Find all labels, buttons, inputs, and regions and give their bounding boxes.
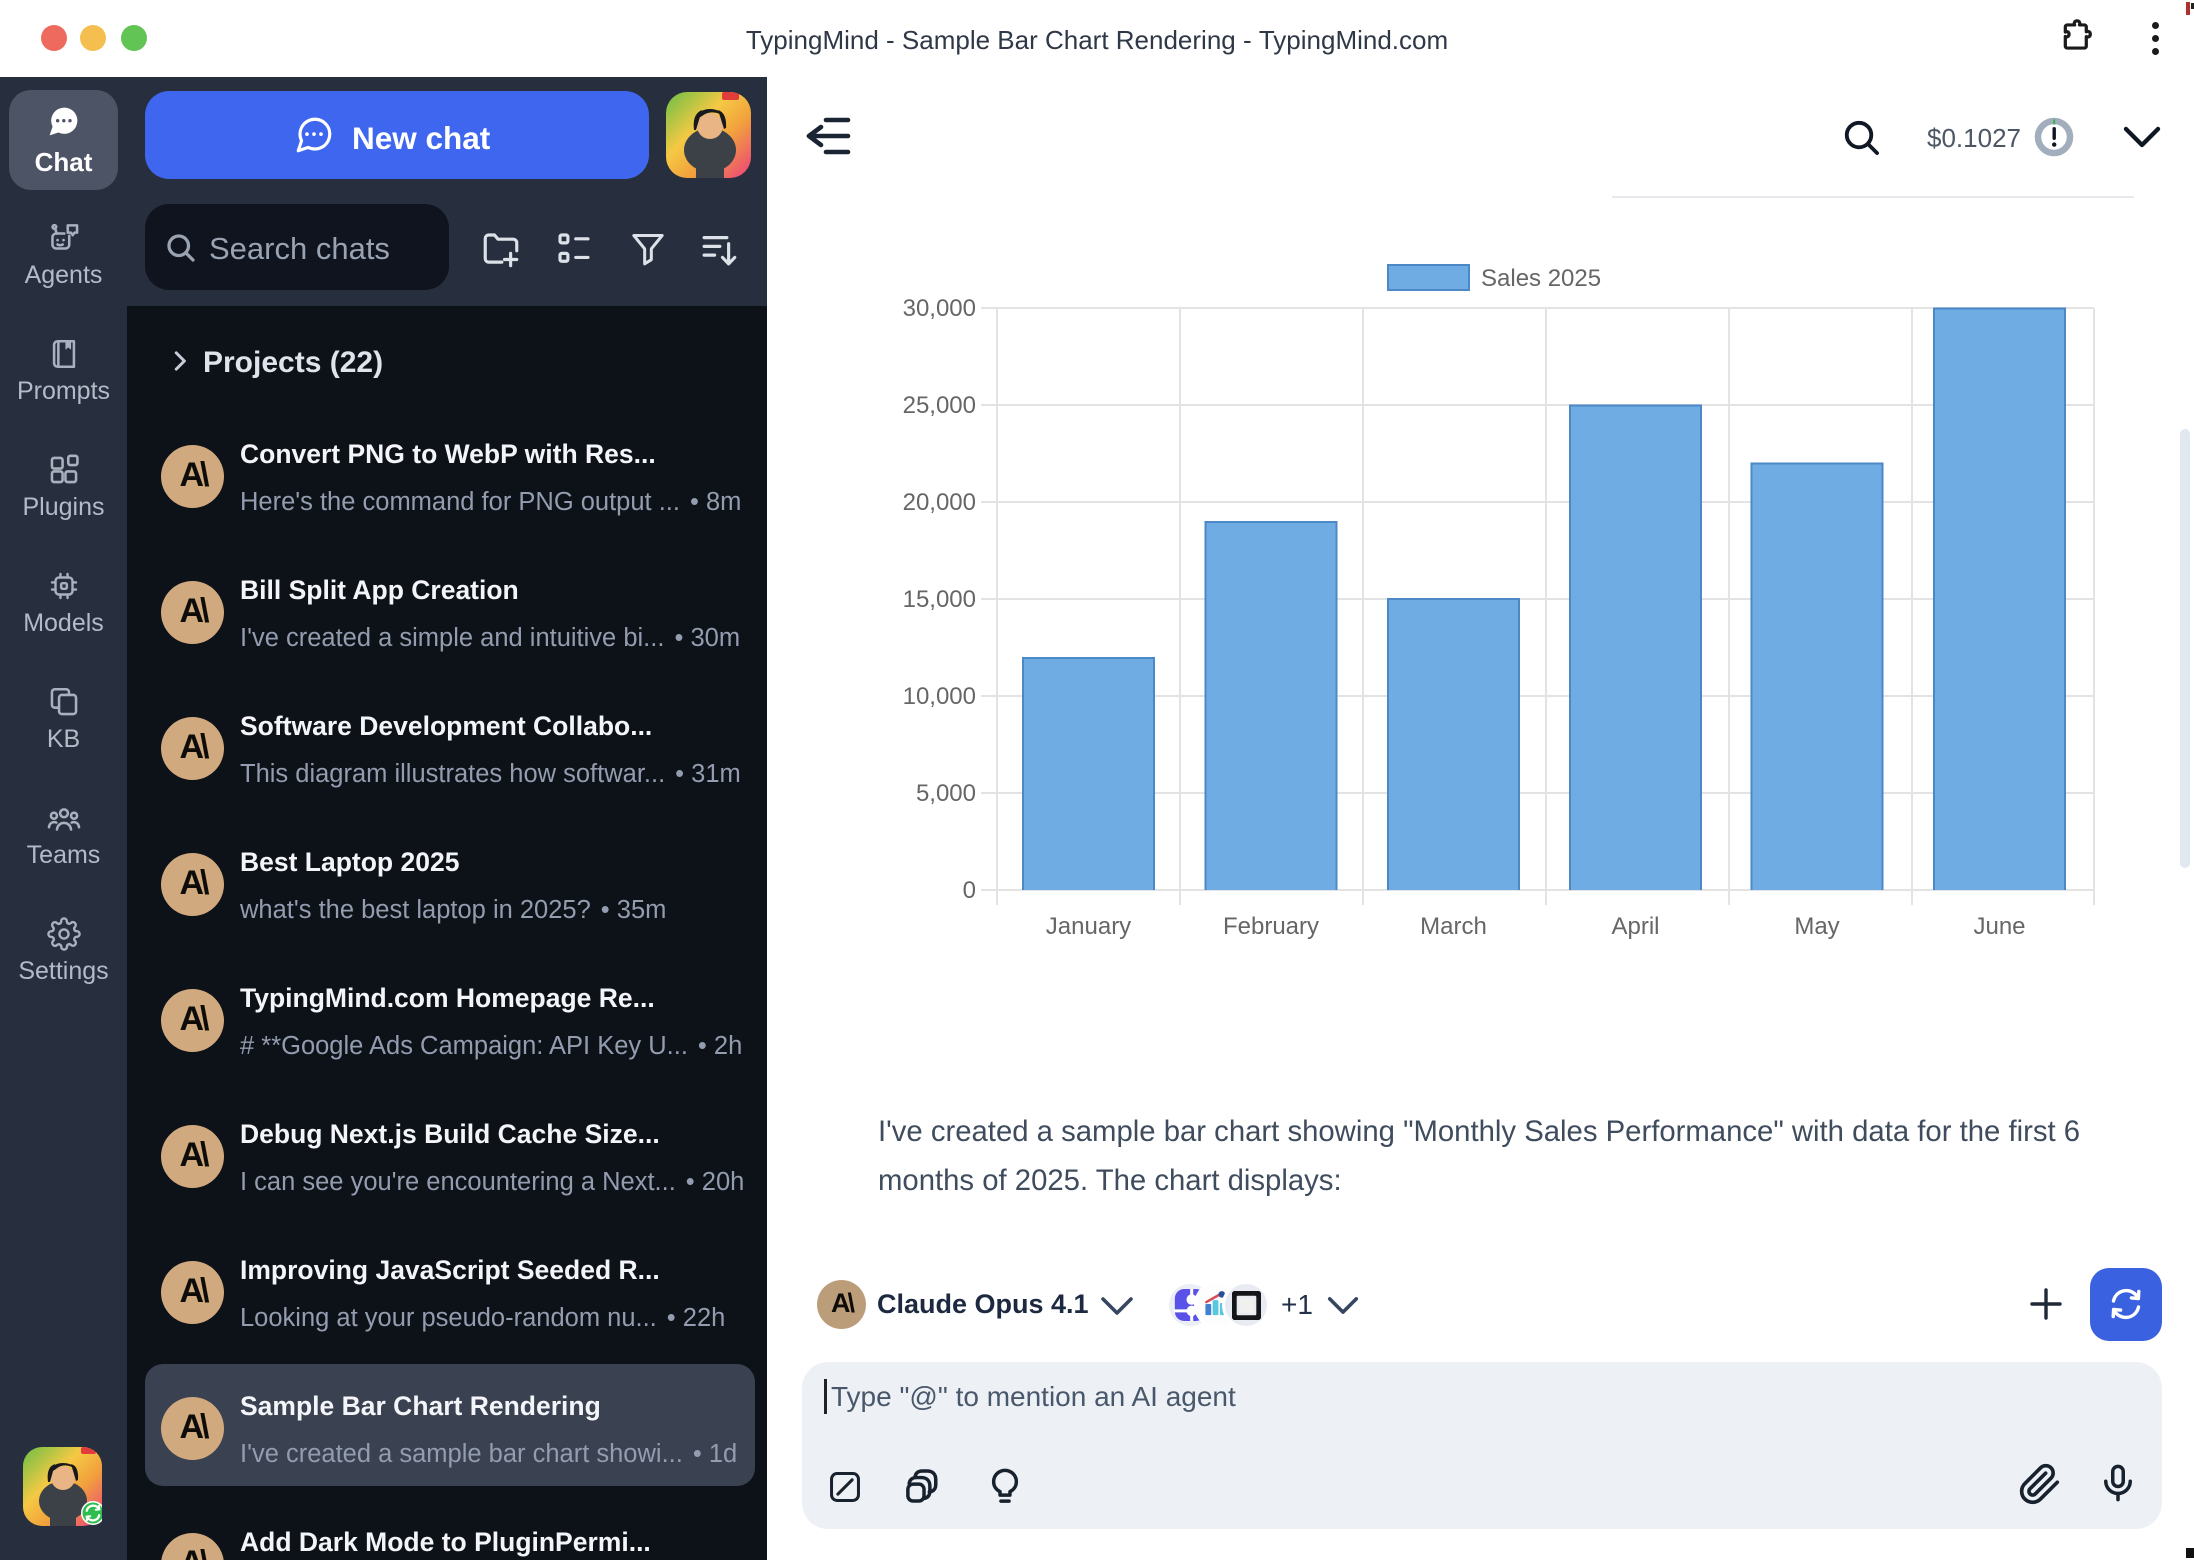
svg-text:30,000: 30,000 bbox=[903, 295, 976, 322]
svg-text:February: February bbox=[1223, 913, 1319, 940]
svg-text:May: May bbox=[1794, 913, 1839, 940]
svg-text:March: March bbox=[1420, 913, 1487, 940]
svg-text:15,000: 15,000 bbox=[903, 586, 976, 613]
svg-text:June: June bbox=[1973, 913, 2025, 940]
svg-text:0: 0 bbox=[963, 877, 976, 904]
svg-text:Sales 2025: Sales 2025 bbox=[1481, 265, 1601, 292]
svg-text:10,000: 10,000 bbox=[903, 683, 976, 710]
svg-text:25,000: 25,000 bbox=[903, 392, 976, 419]
svg-text:5,000: 5,000 bbox=[916, 780, 976, 807]
svg-text:April: April bbox=[1611, 913, 1659, 940]
svg-text:January: January bbox=[1046, 913, 1131, 940]
svg-text:20,000: 20,000 bbox=[903, 489, 976, 516]
